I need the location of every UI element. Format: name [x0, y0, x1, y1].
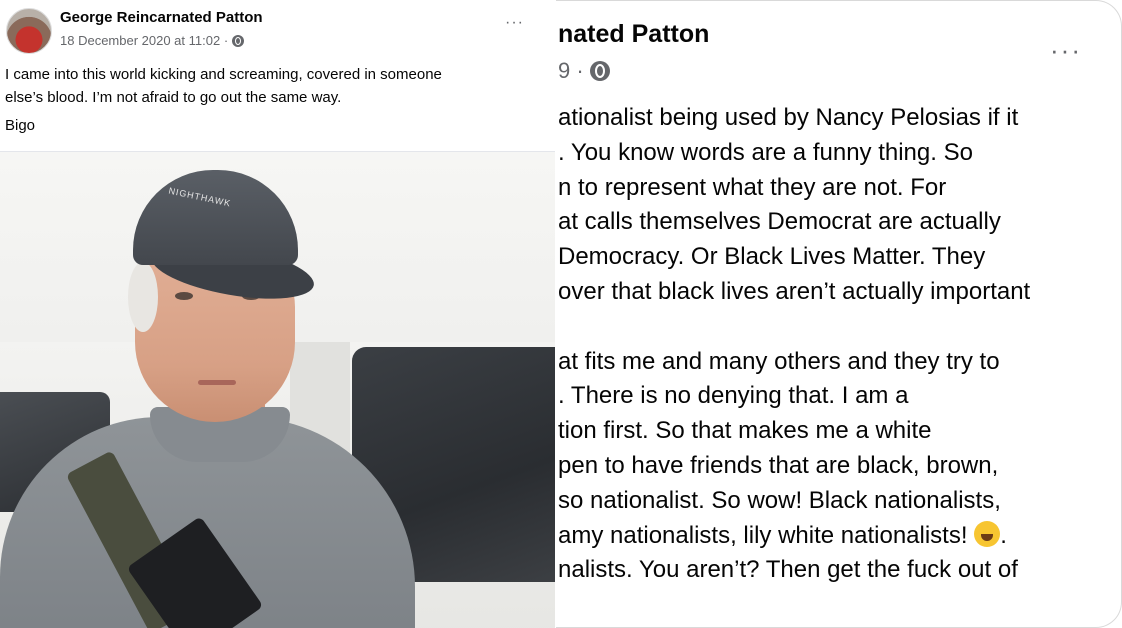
photo-eye [175, 292, 193, 300]
meta-fragment-text: 9 · [558, 58, 584, 83]
text-line: Democracy. Or Black Lives Matter. They [558, 243, 986, 271]
post-text-zoomed: ationalist being used by Nancy Pelosias … [558, 101, 1118, 588]
post-text-line: else’s blood. I’m not afraid to go out t… [5, 89, 342, 106]
text-line: at calls themselves Democrat are actuall… [558, 208, 1001, 236]
emoji-trailing: . [1000, 521, 1007, 549]
text-line: ationalist being used by Nancy Pelosias … [558, 104, 1019, 131]
author-name-fragment[interactable]: nated Patton [558, 20, 709, 49]
text-line: pen to have friends that are black, brow… [558, 451, 999, 479]
author-avatar[interactable] [6, 8, 52, 54]
text-line: . You know words are a funny thing. So [558, 138, 973, 166]
post-meta-fragment: 9 · [558, 58, 610, 84]
laughing-crying-emoji-icon [974, 520, 1001, 547]
text-line: nalists. You aren’t? Then get the fuck o… [558, 556, 1018, 584]
text-line: n to represent what they are not. For [558, 173, 947, 201]
zoomed-post-crop: nated Patton 9 · ··· ationalist being us… [556, 0, 1122, 628]
more-options-icon[interactable]: ··· [1050, 35, 1082, 66]
globe-icon [232, 34, 245, 47]
left-post: George Reincarnated Patton 18 December 2… [0, 0, 555, 628]
post-photo[interactable]: NIGHTHAWK [0, 152, 555, 628]
text-line: . There is no denying that. I am a [558, 382, 909, 410]
photo-cap [133, 170, 298, 265]
text-line: at fits me and many others and they try … [558, 347, 1000, 375]
post-signature: Bigo [5, 117, 36, 134]
text-line: tion first. So that makes me a white [558, 417, 932, 445]
post-meta: 18 December 2020 at 11:02 · [60, 33, 245, 48]
post-text-line: I came into this world kicking and screa… [5, 66, 442, 83]
text-line-with-emoji: amy nationalists, lily white nationalist… [558, 519, 1118, 554]
text-line: amy nationalists, lily white nationalist… [558, 521, 968, 549]
post-text: I came into this world kicking and screa… [5, 63, 545, 109]
photo-hair [128, 262, 158, 332]
text-line: over that black lives aren’t actually im… [558, 277, 1031, 305]
author-name[interactable]: George Reincarnated Patton [60, 9, 263, 26]
more-options-icon[interactable]: ··· [505, 14, 524, 32]
text-line-blank [558, 310, 1118, 345]
photo-mouth [198, 380, 236, 385]
globe-icon [589, 61, 610, 81]
post-timestamp[interactable]: 18 December 2020 at 11:02 · [60, 33, 228, 48]
text-line: so nationalist. So wow! Black nationalis… [558, 486, 1001, 514]
